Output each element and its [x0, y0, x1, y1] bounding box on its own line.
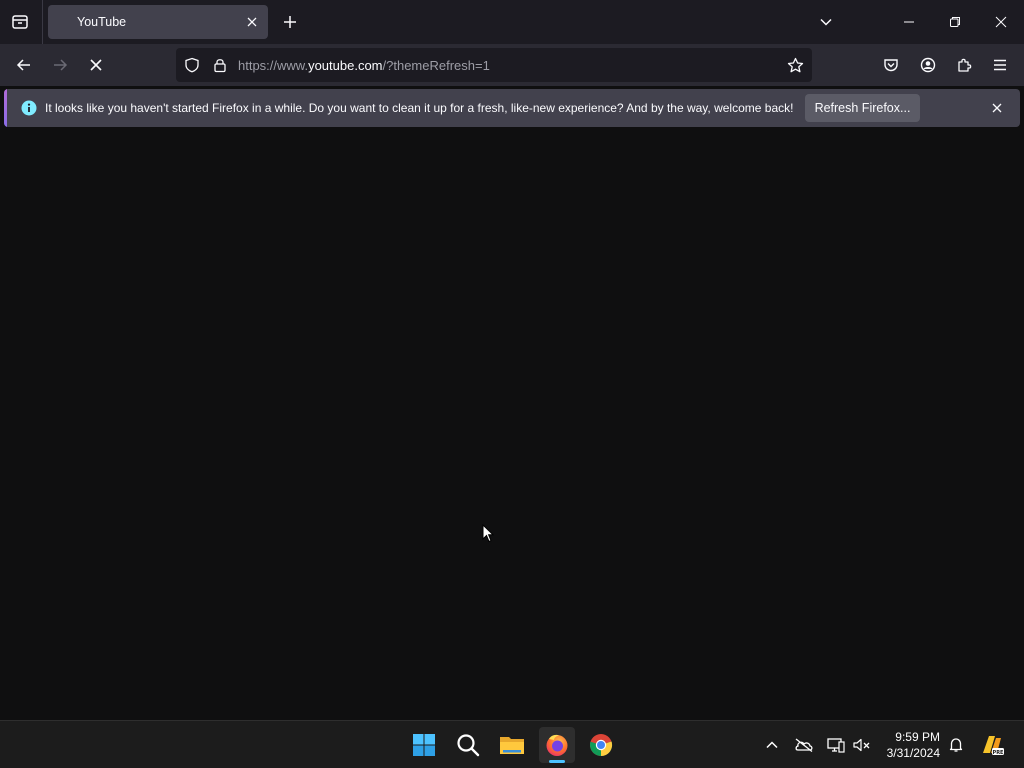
start-icon [413, 734, 435, 756]
pocket-button[interactable] [876, 50, 906, 80]
notification-message: It looks like you haven't started Firefo… [45, 101, 794, 115]
star-icon[interactable] [787, 57, 804, 74]
refresh-firefox-button[interactable]: Refresh Firefox... [805, 94, 920, 122]
pocket-icon [884, 59, 898, 72]
extensions-button[interactable] [949, 50, 979, 80]
minimize-button[interactable] [886, 0, 932, 44]
chevron-down-icon [820, 18, 832, 26]
volume-muted-icon [853, 738, 870, 752]
notification-bar: It looks like you haven't started Firefo… [4, 89, 1020, 127]
arrow-left-icon [16, 59, 30, 71]
minimize-icon [904, 21, 914, 23]
chrome-icon [590, 734, 613, 757]
tab-divider [42, 0, 43, 44]
notification-accent [4, 89, 7, 127]
close-icon [995, 16, 1007, 28]
new-tab-button[interactable] [278, 8, 302, 36]
firefox-view-icon [12, 15, 28, 29]
mouse-cursor-icon [482, 524, 494, 543]
plus-icon [284, 16, 296, 28]
arrow-right-icon [54, 59, 68, 71]
notification-close-button[interactable] [989, 100, 1005, 116]
file-explorer-button[interactable] [494, 727, 530, 763]
file-explorer-icon [500, 737, 524, 754]
account-icon [920, 57, 936, 73]
taskbar-search-button[interactable] [450, 727, 486, 763]
restore-button[interactable] [932, 0, 978, 44]
notifications-button[interactable] [944, 733, 968, 757]
taskbar: 9:59 PM 3/31/2024 PRE [0, 720, 1024, 768]
address-bar[interactable]: https://www.youtube.com/?themeRefresh=1 [176, 48, 812, 82]
tab-title: YouTube [77, 15, 127, 29]
tab-strip: YouTube [0, 0, 1024, 44]
forward-button[interactable] [45, 50, 75, 80]
puzzle-icon [958, 58, 972, 72]
onedrive-tray-icon-button[interactable] [792, 733, 816, 757]
url-path: /?themeRefresh=1 [382, 58, 490, 73]
volume-tray-button[interactable] [850, 733, 874, 757]
start-button[interactable] [406, 727, 442, 763]
close-icon [247, 17, 257, 27]
close-window-button[interactable] [978, 0, 1024, 44]
search-icon [457, 734, 480, 757]
onedrive-off-icon [795, 738, 813, 752]
navigation-toolbar: https://www.youtube.com/?themeRefresh=1 [0, 44, 1024, 86]
network-tray-button[interactable] [824, 733, 848, 757]
active-app-indicator [549, 760, 565, 763]
info-icon [21, 100, 37, 116]
hamburger-menu-icon [994, 59, 1006, 71]
list-all-tabs-button[interactable] [812, 8, 840, 36]
tab-youtube[interactable]: YouTube [48, 5, 268, 39]
page-content [0, 131, 1024, 720]
copilot-icon: PRE [983, 736, 1005, 756]
close-icon [992, 103, 1002, 113]
bell-icon [949, 738, 963, 752]
account-button[interactable] [913, 50, 943, 80]
firefox-view-button[interactable] [6, 8, 34, 36]
chevron-up-icon [766, 741, 778, 749]
app-menu-button[interactable] [985, 50, 1015, 80]
lock-icon[interactable] [212, 57, 228, 73]
chrome-taskbar-button[interactable] [583, 727, 619, 763]
network-icon [827, 738, 845, 753]
clock-date[interactable]: 3/31/2024 [872, 746, 940, 760]
firefox-icon [546, 734, 568, 756]
url-host: youtube.com [308, 58, 383, 73]
tab-close-button[interactable] [244, 14, 260, 30]
stop-loading-button[interactable] [81, 50, 111, 80]
back-button[interactable] [9, 50, 39, 80]
copilot-button[interactable]: PRE [978, 733, 1006, 757]
clock-time[interactable]: 9:59 PM [880, 730, 940, 744]
firefox-taskbar-button[interactable] [539, 727, 575, 763]
copilot-pre-badge: PRE [993, 750, 1005, 756]
url-text[interactable]: https://www.youtube.com/?themeRefresh=1 [238, 58, 490, 73]
stop-icon [90, 59, 102, 71]
shield-icon[interactable] [184, 57, 200, 73]
restore-icon [950, 17, 960, 27]
url-prefix: https://www. [238, 58, 309, 73]
show-hidden-icons-button[interactable] [760, 733, 784, 757]
